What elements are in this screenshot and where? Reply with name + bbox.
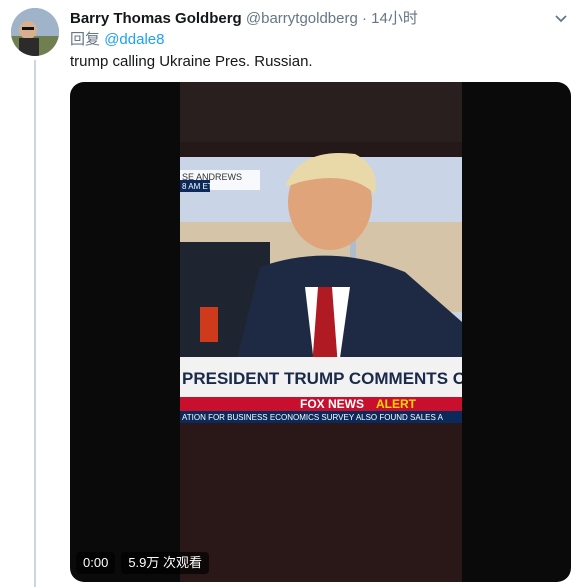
video-elapsed: 0:00 xyxy=(76,552,116,574)
tweet-text: trump calling Ukraine Pres. Russian. xyxy=(70,53,313,70)
reply-prefix: 回复 xyxy=(70,31,101,48)
lower-third-headline: PRESIDENT TRUMP COMMENTS ON THE W xyxy=(182,369,462,388)
chevron-down-icon[interactable] xyxy=(554,12,568,26)
reply-mention[interactable]: @ddale8 xyxy=(104,31,164,48)
tweet-time[interactable]: 14小时 xyxy=(371,10,418,27)
alert-word: ALERT xyxy=(376,397,417,411)
video-frame: SE ANDREWS 8 AM ET PRESIDENT TRUMP COMME… xyxy=(180,82,462,582)
thread-line xyxy=(34,60,36,587)
avatar[interactable] xyxy=(11,8,59,56)
ticker: ATION FOR BUSINESS ECONOMICS SURVEY ALSO… xyxy=(182,413,444,422)
location-time: 8 AM ET xyxy=(182,182,213,191)
separator-dot: · xyxy=(362,10,367,27)
author-name[interactable]: Barry Thomas Goldberg xyxy=(70,10,242,27)
tweet-header: Barry Thomas Goldberg @barrytgoldberg · … xyxy=(70,10,418,28)
video-player[interactable]: SE ANDREWS 8 AM ET PRESIDENT TRUMP COMME… xyxy=(70,82,571,582)
video-views: 5.9万 次观看 xyxy=(121,552,209,574)
alert-brand: FOX NEWS xyxy=(300,397,364,411)
reply-context: 回复 @ddale8 xyxy=(70,31,164,49)
video-controls: 0:00 5.9万 次观看 xyxy=(76,552,209,574)
author-handle[interactable]: @barrytgoldberg xyxy=(246,10,358,27)
